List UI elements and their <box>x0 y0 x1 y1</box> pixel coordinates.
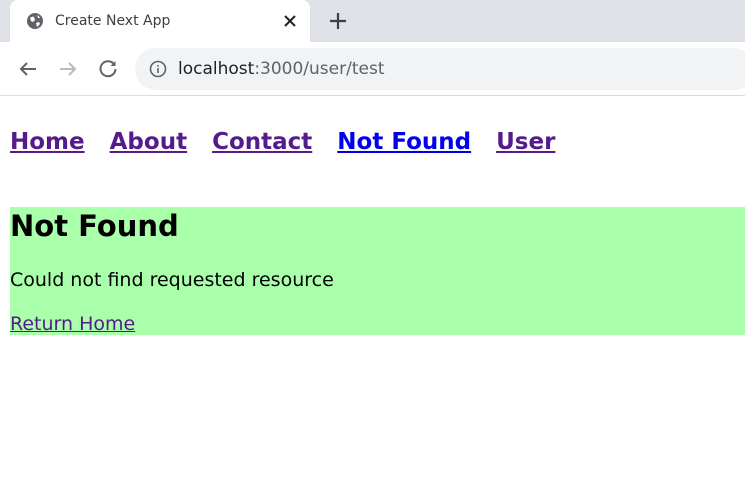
url-text[interactable]: localhost:3000/user/test <box>178 59 385 79</box>
address-bar[interactable]: localhost:3000/user/test <box>135 48 745 90</box>
nav-link-not-found[interactable]: Not Found <box>337 129 471 155</box>
not-found-panel: Not Found Could not find requested resou… <box>10 207 745 335</box>
not-found-message: Could not find requested resource <box>10 269 334 291</box>
plus-icon[interactable] <box>327 10 349 32</box>
return-home-link[interactable]: Return Home <box>10 312 135 336</box>
globe-icon <box>27 13 43 29</box>
not-found-title: Not Found <box>10 209 179 243</box>
main-nav: Home About Contact Not Found User <box>10 129 555 155</box>
info-icon[interactable] <box>149 60 167 78</box>
nav-link-user[interactable]: User <box>496 129 555 155</box>
browser-toolbar: localhost:3000/user/test <box>0 42 745 96</box>
page-content: Home About Contact Not Found User Not Fo… <box>0 97 745 482</box>
back-arrow-icon[interactable] <box>16 57 40 81</box>
nav-link-about[interactable]: About <box>110 129 187 155</box>
browser-tab[interactable]: Create Next App <box>10 0 310 42</box>
url-path: :3000/user/test <box>254 59 385 79</box>
close-icon[interactable] <box>281 12 299 30</box>
nav-link-contact[interactable]: Contact <box>212 129 312 155</box>
tab-title: Create Next App <box>55 13 171 29</box>
nav-link-home[interactable]: Home <box>10 129 85 155</box>
url-host: localhost <box>178 59 255 79</box>
reload-icon[interactable] <box>96 57 120 81</box>
forward-arrow-icon[interactable] <box>56 57 80 81</box>
tab-strip: Create Next App <box>0 0 745 42</box>
